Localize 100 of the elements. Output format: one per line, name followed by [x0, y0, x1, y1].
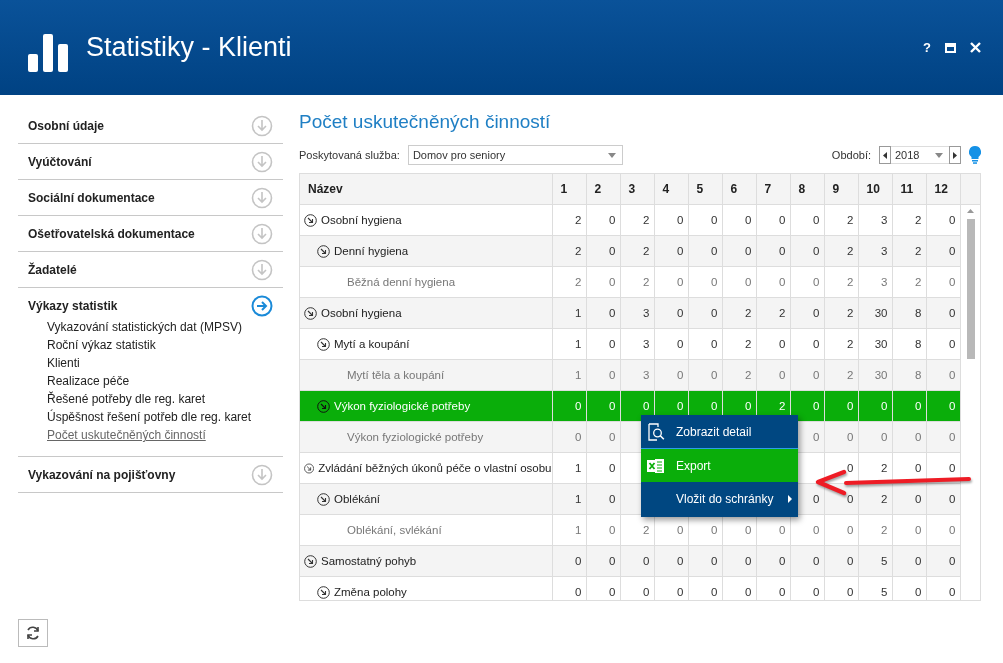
table-cell: Oblékání, svlékání: [347, 524, 442, 536]
table-cell: 3: [643, 369, 650, 381]
column-header[interactable]: 6: [722, 174, 756, 205]
sidebar-link[interactable]: Vykazování statistických dat (MPSV): [47, 318, 242, 336]
table-cell: 1: [575, 369, 582, 381]
table-cell: 0: [609, 462, 616, 474]
table-cell: 0: [609, 586, 616, 598]
table-cell: Mytí a koupání: [334, 338, 410, 350]
sidebar-link[interactable]: Realizace péče: [47, 372, 130, 390]
table-cell: 0: [813, 524, 820, 536]
section-header[interactable]: Ošetřovatelská dokumentace: [28, 226, 195, 241]
column-header[interactable]: Název: [300, 174, 552, 205]
table-cell: 0: [711, 400, 718, 412]
table-cell: 0: [779, 245, 786, 257]
table-cell: 0: [949, 276, 956, 288]
table-cell: 2: [881, 462, 888, 474]
table-cell: 3: [643, 338, 650, 350]
table-cell: 0: [711, 338, 718, 350]
table-cell: 0: [949, 524, 956, 536]
close-button[interactable]: [970, 42, 981, 53]
table-cell: 0: [779, 276, 786, 288]
table-cell: 0: [745, 400, 752, 412]
sidebar-link[interactable]: Roční výkaz statistik: [47, 336, 156, 354]
maximize-button[interactable]: [945, 42, 956, 53]
column-header[interactable]: 8: [790, 174, 824, 205]
expand-icon[interactable]: [317, 492, 330, 506]
table-cell: 2: [847, 214, 854, 226]
column-header[interactable]: 5: [688, 174, 722, 205]
next-button[interactable]: [949, 146, 961, 164]
service-dropdown[interactable]: Domov pro seniory: [407, 145, 623, 165]
section-header[interactable]: Žadatelé: [28, 262, 77, 277]
table-cell: 0: [915, 400, 922, 412]
column-header[interactable]: 7: [756, 174, 790, 205]
table-cell: 0: [949, 369, 956, 381]
scroll-up-icon[interactable]: [967, 209, 975, 213]
previous-button[interactable]: [879, 146, 891, 164]
expand-icon[interactable]: [317, 244, 330, 258]
scrollbar-thumb[interactable]: [966, 219, 975, 359]
section-header[interactable]: Výkazy statistik: [28, 298, 118, 313]
expand-icon[interactable]: [317, 337, 330, 351]
table-cell: 0: [609, 245, 616, 257]
column-header[interactable]: 2: [586, 174, 620, 205]
table-cell: 2: [745, 307, 752, 319]
table-cell: 0: [745, 276, 752, 288]
table-cell: 1: [575, 524, 582, 536]
table-cell: 0: [847, 524, 854, 536]
section-header[interactable]: Vykazování na pojišťovny: [28, 467, 176, 482]
column-header[interactable]: 10: [858, 174, 892, 205]
expand-icon[interactable]: [304, 306, 317, 320]
table-cell: 0: [745, 555, 752, 567]
table-cell: 0: [949, 338, 956, 350]
table-cell: 2: [847, 307, 854, 319]
table-cell: 0: [813, 400, 820, 412]
table-cell: 1: [575, 307, 582, 319]
expand-icon[interactable]: [304, 554, 317, 568]
column-header[interactable]: 9: [824, 174, 858, 205]
triangle-left-icon: [883, 151, 887, 159]
table-cell: 2: [847, 369, 854, 381]
section-header[interactable]: Sociální dokumentace: [28, 190, 155, 205]
table-cell: 0: [949, 214, 956, 226]
column-header[interactable]: 4: [654, 174, 688, 205]
column-header[interactable]: 12: [926, 174, 960, 205]
arrow-right-icon[interactable]: [251, 294, 273, 317]
refresh-button[interactable]: [18, 619, 48, 647]
table-cell: 0: [711, 555, 718, 567]
expand-icon[interactable]: [317, 399, 330, 413]
sidebar-link[interactable]: Klienti: [47, 354, 80, 372]
table-cell: 0: [677, 586, 684, 598]
table-cell: 0: [813, 369, 820, 381]
sidebar-link[interactable]: Počet uskutečněných činností: [47, 426, 206, 444]
table-cell: 0: [949, 555, 956, 567]
column-header[interactable]: 11: [892, 174, 926, 205]
window-title: Statistiky - Klienti: [86, 32, 293, 63]
table-cell: 0: [677, 524, 684, 536]
table-cell: Výkon fyziologické potřeby: [334, 400, 471, 412]
section-header[interactable]: Vyúčtování: [28, 154, 92, 169]
lightbulb-icon[interactable]: [969, 146, 981, 164]
table-cell: 0: [813, 214, 820, 226]
table-cell: 0: [813, 431, 820, 443]
help-button[interactable]: ?: [923, 40, 931, 55]
expand-icon[interactable]: [304, 213, 317, 227]
triangle-right-icon: [953, 151, 957, 159]
sidebar-link[interactable]: Řešené potřeby dle reg. karet: [47, 390, 206, 408]
table-cell: 2: [745, 338, 752, 350]
menu-item[interactable]: Vložit do schránky: [641, 482, 798, 515]
table-cell: 3: [881, 214, 888, 226]
column-header[interactable]: 1: [552, 174, 586, 205]
expand-icon[interactable]: [317, 585, 330, 599]
table-cell: 0: [643, 555, 650, 567]
table-cell: 0: [915, 493, 922, 505]
table-cell: Osobní hygiena: [321, 307, 402, 319]
section-header[interactable]: Osobní údaje: [28, 118, 104, 133]
table-cell: 0: [677, 307, 684, 319]
table-cell: 0: [609, 369, 616, 381]
table-cell: 0: [745, 524, 752, 536]
sidebar-link[interactable]: Úspěšnost řešení potřeb dle reg. karet: [47, 408, 252, 426]
table-cell: Mytí těla a koupání: [347, 369, 445, 381]
table-cell: 2: [847, 276, 854, 288]
column-header[interactable]: 3: [620, 174, 654, 205]
table-cell: 0: [677, 400, 684, 412]
